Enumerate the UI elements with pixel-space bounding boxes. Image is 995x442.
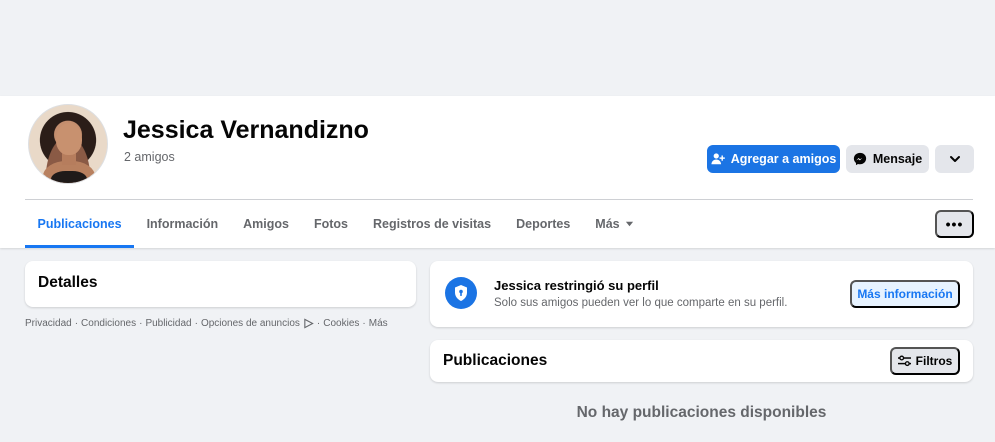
profile-avatar[interactable] [28, 104, 108, 184]
add-friend-icon [711, 153, 725, 165]
filters-icon [897, 355, 911, 367]
no-posts-message: No hay publicaciones disponibles [576, 404, 827, 421]
tab-fotos[interactable]: Fotos [301, 200, 360, 247]
avatar-clothing [51, 171, 87, 183]
profile-tabs: Publicaciones Información Amigos Fotos R… [25, 200, 646, 248]
footer-more-link[interactable]: Más [369, 318, 388, 329]
tab-label: Publicaciones [37, 216, 122, 231]
avatar-face [56, 123, 82, 155]
profile-menu-button[interactable] [935, 145, 974, 173]
tab-label: Más [595, 216, 620, 231]
footer-privacy-link[interactable]: Privacidad [25, 318, 72, 329]
footer-links: Privacidad · Condiciones · Publicidad · … [25, 318, 388, 329]
footer-ad-choices-link[interactable]: Opciones de anuncios [201, 318, 300, 329]
filters-label: Filtros [915, 354, 953, 368]
more-options-button[interactable]: ••• [935, 210, 974, 238]
message-button[interactable]: Mensaje [846, 145, 929, 173]
tab-label: Registros de visitas [372, 216, 492, 231]
tab-label: Amigos [243, 216, 289, 231]
restricted-profile-card: Jessica restringió su perfil Solo sus am… [430, 261, 973, 327]
chevron-down-icon [949, 156, 960, 162]
tab-label: Información [146, 216, 219, 231]
details-title: Detalles [38, 274, 98, 291]
tab-publicaciones[interactable]: Publicaciones [25, 200, 135, 248]
details-card: Detalles [25, 261, 416, 307]
footer-separator: · [194, 318, 198, 329]
tab-mas[interactable]: Más [583, 200, 646, 247]
posts-card: Publicaciones Filtros [430, 340, 973, 382]
more-info-button[interactable]: Más información [850, 280, 960, 308]
tab-registros-de-visitas[interactable]: Registros de visitas [360, 200, 503, 247]
messenger-icon [853, 152, 866, 166]
restriction-description: Solo sus amigos pueden ver lo que compar… [494, 297, 788, 309]
caret-down-icon [625, 221, 633, 227]
profile-name: Jessica Vernandizno [123, 116, 369, 144]
tab-informacion[interactable]: Información [134, 200, 231, 247]
footer-cookies-link[interactable]: Cookies [323, 318, 359, 329]
more-dots-icon: ••• [945, 216, 964, 232]
footer-separator: · [74, 318, 79, 329]
footer-separator: · [362, 318, 366, 329]
shield-icon [445, 277, 477, 309]
footer-separator: · [316, 318, 321, 329]
tab-label: Deportes [516, 216, 571, 231]
filters-button[interactable]: Filtros [890, 347, 960, 375]
tab-label: Fotos [313, 216, 348, 231]
cover-area [0, 0, 995, 96]
footer-separator: · [139, 318, 143, 329]
friends-count[interactable]: 2 amigos [124, 150, 175, 164]
add-friend-label: Agregar a amigos [730, 152, 837, 166]
add-friend-button[interactable]: Agregar a amigos [707, 145, 840, 173]
ad-choices-icon[interactable] [303, 318, 314, 329]
tab-amigos[interactable]: Amigos [231, 200, 302, 247]
footer-terms-link[interactable]: Condiciones [81, 318, 136, 329]
tab-deportes[interactable]: Deportes [504, 200, 583, 247]
posts-title: Publicaciones [443, 352, 548, 369]
restriction-title: Jessica restringió su perfil [494, 278, 659, 293]
profile-header: Jessica Vernandizno 2 amigos Agregar a a… [0, 96, 995, 248]
footer-ads-link[interactable]: Publicidad [145, 318, 191, 329]
message-label: Mensaje [872, 152, 923, 166]
